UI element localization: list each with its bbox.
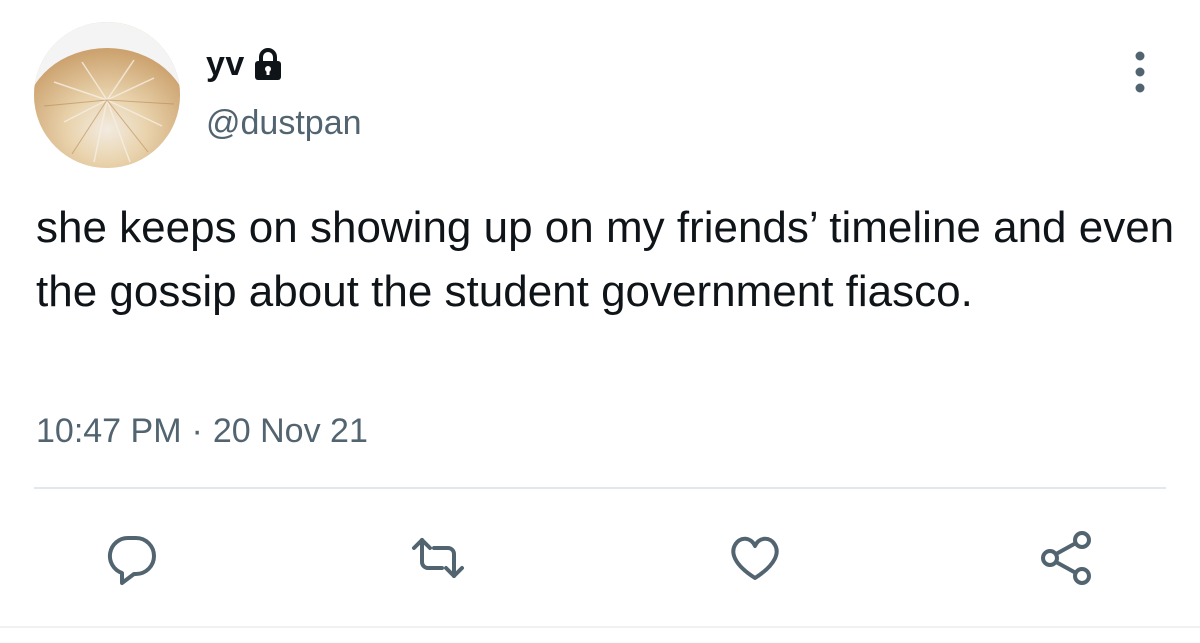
share-icon — [1041, 531, 1091, 585]
divider — [34, 487, 1166, 489]
avatar[interactable] — [34, 22, 180, 168]
tweet-time: 10:47 PM — [36, 412, 182, 450]
user-handle[interactable]: @dustpan — [206, 104, 362, 143]
more-vertical-icon[interactable] — [1120, 46, 1160, 100]
retweet-icon — [412, 538, 464, 578]
tweet-timestamp[interactable]: 10:47 PM · 20 Nov 21 — [36, 412, 368, 451]
avatar-image — [34, 22, 180, 168]
bottom-divider — [0, 626, 1200, 628]
tweet-text: she keeps on showing up on my friends’ t… — [36, 203, 1175, 316]
retweet-button[interactable] — [410, 530, 466, 586]
timestamp-separator: · — [191, 412, 203, 450]
share-button[interactable] — [1038, 530, 1094, 586]
display-name[interactable]: yv — [206, 45, 245, 84]
tweet-date: 20 Nov 21 — [212, 412, 368, 450]
heart-icon — [731, 536, 779, 580]
reply-button[interactable] — [104, 530, 160, 586]
like-button[interactable] — [727, 530, 783, 586]
lock-icon — [251, 46, 285, 82]
reply-icon — [107, 535, 156, 585]
user-name-row: yv — [206, 44, 285, 84]
